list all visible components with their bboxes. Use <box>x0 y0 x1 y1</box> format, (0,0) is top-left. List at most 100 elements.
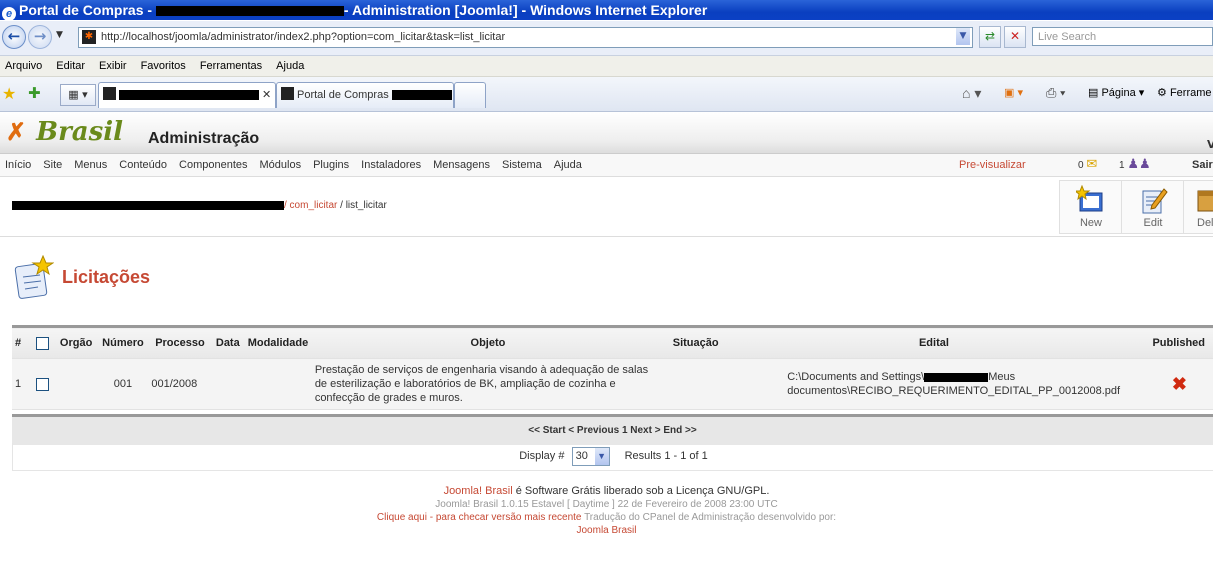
edital-path-prefix: C:\Documents and Settings\ <box>787 371 925 383</box>
add-favorite-icon[interactable]: ✚ <box>28 84 41 102</box>
footer-joomla-link[interactable]: Joomla! Brasil <box>444 485 513 497</box>
jmenu-menus[interactable]: Menus <box>74 159 107 171</box>
stop-icon[interactable]: ✕ <box>1004 26 1026 48</box>
row-checkbox-cell <box>30 358 55 410</box>
users-count: 1 <box>1119 160 1125 171</box>
col-objeto[interactable]: Objeto <box>311 325 665 359</box>
tools-menu[interactable]: ⚙ Ferrame <box>1157 84 1212 102</box>
home-icon[interactable]: ⌂ ▾ <box>962 84 981 102</box>
jmenu-sistema[interactable]: Sistema <box>502 159 542 171</box>
col-edital[interactable]: Edital <box>727 325 1141 359</box>
results-count: Results 1 - 1 of 1 <box>624 450 708 462</box>
display-label: Display # <box>519 450 565 462</box>
row-data <box>211 358 245 410</box>
address-url: http://localhost/joomla/administrator/in… <box>101 31 506 43</box>
footer-translation-text: Tradução do CPanel de Administração dese… <box>581 512 837 523</box>
row-objeto: Prestação de serviços de engenharia visa… <box>311 358 665 410</box>
licitacoes-table: # Orgão Número Processo Data Modalidade … <box>12 325 1213 410</box>
favorites-star-icon[interactable]: ★ <box>2 84 16 103</box>
delete-button[interactable]: Del <box>1183 180 1213 234</box>
jmenu-instaladores[interactable]: Instaladores <box>361 159 421 171</box>
footer-license-text: é Software Grátis liberado sob a Licença… <box>512 485 770 497</box>
logout-link[interactable]: Sair <box>1192 159 1213 171</box>
breadcrumb-task: / list_licitar <box>340 200 387 211</box>
new-tab-button[interactable] <box>454 82 486 108</box>
col-situacao[interactable]: Situação <box>664 325 728 359</box>
footer-check-version-link[interactable]: Clique aqui - para checar versão mais re… <box>377 512 582 523</box>
table-header-row: # Orgão Número Processo Data Modalidade … <box>12 325 1213 359</box>
menu-favoritos[interactable]: Favoritos <box>141 60 186 72</box>
jmenu-inicio[interactable]: Início <box>5 159 31 171</box>
page-title: Licitações <box>62 267 151 287</box>
row-numero-link[interactable]: 001 <box>97 358 149 410</box>
row-edital: C:\Documents and Settings\ Meus documento… <box>727 358 1141 410</box>
joomla-favicon-icon: ✱ <box>82 30 96 44</box>
forward-button[interactable]: → <box>28 25 52 49</box>
page-menu[interactable]: ▤ Página ▾ <box>1088 84 1144 102</box>
redacted-block <box>391 90 452 101</box>
messages-indicator[interactable]: 0 ✉ <box>1078 156 1097 172</box>
message-icon: ✉ <box>1086 156 1098 171</box>
breadcrumb: / com_licitar / list_licitar <box>12 200 387 211</box>
jmenu-plugins[interactable]: Plugins <box>313 159 349 171</box>
jmenu-mensagens[interactable]: Mensagens <box>433 159 490 171</box>
jmenu-modulos[interactable]: Módulos <box>260 159 302 171</box>
limit-select[interactable]: 30 ▼ <box>571 446 610 466</box>
address-dropdown-icon[interactable]: ▼ <box>956 28 970 45</box>
back-button[interactable]: ← <box>2 25 26 49</box>
quick-tabs-icon[interactable]: ▦ ▾ <box>60 84 96 106</box>
col-published[interactable]: Published <box>1140 325 1213 359</box>
col-data[interactable]: Data <box>211 325 245 359</box>
unpublished-x-icon[interactable]: ✖ <box>1140 358 1213 410</box>
col-checkbox <box>30 325 55 359</box>
pagination-nav[interactable]: << Start < Previous 1 Next > End >> <box>12 414 1213 445</box>
licitacoes-section-icon <box>14 255 54 299</box>
menu-ajuda[interactable]: Ajuda <box>276 60 304 72</box>
history-dropdown-icon[interactable]: ▼ <box>56 30 63 40</box>
tab-close-icon[interactable]: ✕ <box>262 89 271 101</box>
tab-admin[interactable]: ✕ <box>98 82 276 108</box>
row-checkbox[interactable] <box>36 377 50 391</box>
menu-ferramentas[interactable]: Ferramentas <box>200 60 262 72</box>
print-icon[interactable]: ⎙ ▾ <box>1046 84 1065 102</box>
ie-icon: e <box>2 7 16 21</box>
feeds-icon[interactable]: ▣ ▾ <box>1004 84 1023 102</box>
col-processo[interactable]: Processo <box>148 325 212 359</box>
col-numero[interactable]: Número <box>97 325 149 359</box>
col-orgao[interactable]: Orgão <box>54 325 98 359</box>
menu-exibir[interactable]: Exibir <box>99 60 127 72</box>
address-bar[interactable]: ✱ http://localhost/joomla/administrator/i… <box>78 27 973 48</box>
search-input[interactable]: Live Search <box>1032 27 1213 46</box>
users-indicator[interactable]: 1 ♟♟ <box>1119 156 1151 172</box>
redacted-block <box>155 6 344 17</box>
edit-icon <box>1142 188 1168 214</box>
jmenu-conteudo[interactable]: Conteúdo <box>119 159 167 171</box>
joomla-favicon-icon <box>103 87 116 100</box>
edit-button[interactable]: Edit <box>1121 180 1185 234</box>
preview-link[interactable]: Pre-visualizar <box>959 159 1026 171</box>
jmenu-ajuda[interactable]: Ajuda <box>554 159 582 171</box>
redacted-block <box>119 90 259 101</box>
new-button[interactable]: New <box>1059 180 1123 234</box>
window-title-suffix: - Administration [Joomla!] - Windows Int… <box>343 2 708 18</box>
col-modalidade[interactable]: Modalidade <box>244 325 312 359</box>
refresh-icon[interactable]: ⇄ <box>979 26 1001 48</box>
jmenu-componentes[interactable]: Componentes <box>179 159 248 171</box>
menu-arquivo[interactable]: Arquivo <box>5 60 42 72</box>
breadcrumb-component[interactable]: / com_licitar <box>284 200 337 211</box>
tools-menu-label: Ferrame <box>1169 87 1212 99</box>
pagination-limit-row: Display # 30 ▼ Results 1 - 1 of 1 <box>12 443 1213 471</box>
select-all-checkbox[interactable] <box>36 336 50 350</box>
users-icon: ♟♟ <box>1127 156 1151 171</box>
tab-portal[interactable]: Portal de Compras <box>276 82 454 108</box>
new-button-label: New <box>1079 217 1102 229</box>
table-row: 1 001 001/2008 Prestação de serviços de … <box>12 358 1213 410</box>
page-menu-label: Página <box>1101 87 1136 99</box>
window-title-bar: e Portal de Compras - - Administration [J… <box>0 0 1213 21</box>
footer: Joomla! Brasil é Software Grátis liberad… <box>0 485 1213 537</box>
row-orgao <box>54 358 98 410</box>
menu-editar[interactable]: Editar <box>56 60 85 72</box>
footer-joomla-brasil-link[interactable]: Joomla Brasil <box>0 524 1213 537</box>
jmenu-site[interactable]: Site <box>43 159 62 171</box>
footer-version: Joomla! Brasil 1.0.15 Estavel [ Daytime … <box>435 499 778 510</box>
